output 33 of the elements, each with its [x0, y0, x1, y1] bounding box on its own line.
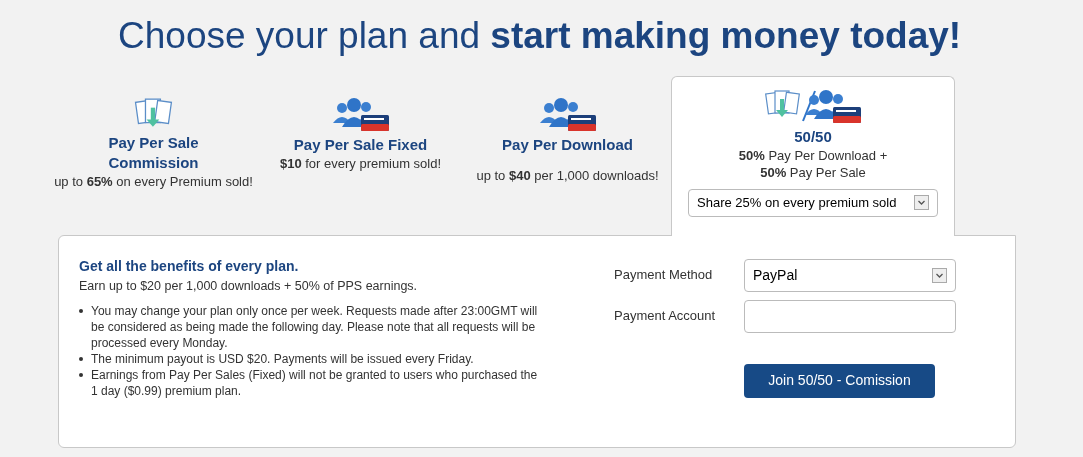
- plan-description: $10 for every premium sold!: [279, 154, 442, 172]
- note-text: You may change your plan only once per week. Requests made after 23:00GMT will be considered as being made the following day. Please note that all requests will be processed every Monday.: [91, 303, 539, 352]
- bullet-icon: [79, 373, 83, 378]
- bullet-icon: [79, 357, 83, 362]
- plan-description: up to 65% on every Premium sold!: [54, 172, 253, 190]
- join-button[interactable]: Join 50/50 - Comission: [744, 363, 935, 398]
- plan-option[interactable]: Pay Per Sale Fixed $10 for every premium sold!: [257, 84, 464, 235]
- documents-download-icon: [133, 96, 174, 129]
- note-text: The minimum payout is USD $20. Payments will be issued every Friday.: [91, 351, 474, 368]
- details-subheading: Earn up to $20 per 1,000 downloads + 50% of PPS earnings.: [79, 277, 419, 295]
- plan-name: Pay Per Sale Fixed: [292, 134, 429, 155]
- plan-option[interactable]: Pay Per Download up to $40 per 1,000 downloads!: [464, 84, 671, 235]
- payment-account-input[interactable]: [744, 299, 956, 333]
- field-label: Payment Method: [614, 266, 714, 285]
- plan-description: up to $40 per 1,000 downloads!: [476, 166, 659, 184]
- people-badge-icon: [332, 96, 389, 131]
- note-text: Earnings from Pay Per Sales (Fixed) will not be granted to users who purchased the 1 day ($0.99) premium plan.: [91, 367, 539, 400]
- people-badge-icon: [539, 96, 596, 131]
- plan-name: Pay Per Download: [501, 134, 634, 155]
- plan-name: 50/50: [794, 126, 832, 147]
- bullet-icon: [79, 309, 83, 314]
- field-label: Payment Account: [614, 307, 717, 326]
- payment-method-select[interactable]: PayPal: [744, 258, 956, 292]
- dropdown-caret-icon: [914, 195, 929, 210]
- plan-option[interactable]: Pay Per Sale Commission up to 65% on every Premium sold!: [50, 84, 257, 235]
- selected-plan-card[interactable]: 50/50 50% Pay Per Download + 50% Pay Per Sale Share 25% on every premium sold: [671, 75, 955, 236]
- plan-description: 50% Pay Per Download + 50% Pay Per Sale: [738, 146, 888, 181]
- page-title: Choose your plan and start making money today!: [117, 14, 963, 58]
- plan-name: Pay Per Sale Commission: [107, 132, 200, 173]
- share-select[interactable]: Share 25% on every premium sold: [688, 188, 938, 217]
- details-heading: Get all the benefits of every plan.: [79, 256, 300, 276]
- dropdown-caret-icon: [932, 267, 947, 283]
- documents-and-people-icon: [765, 88, 861, 123]
